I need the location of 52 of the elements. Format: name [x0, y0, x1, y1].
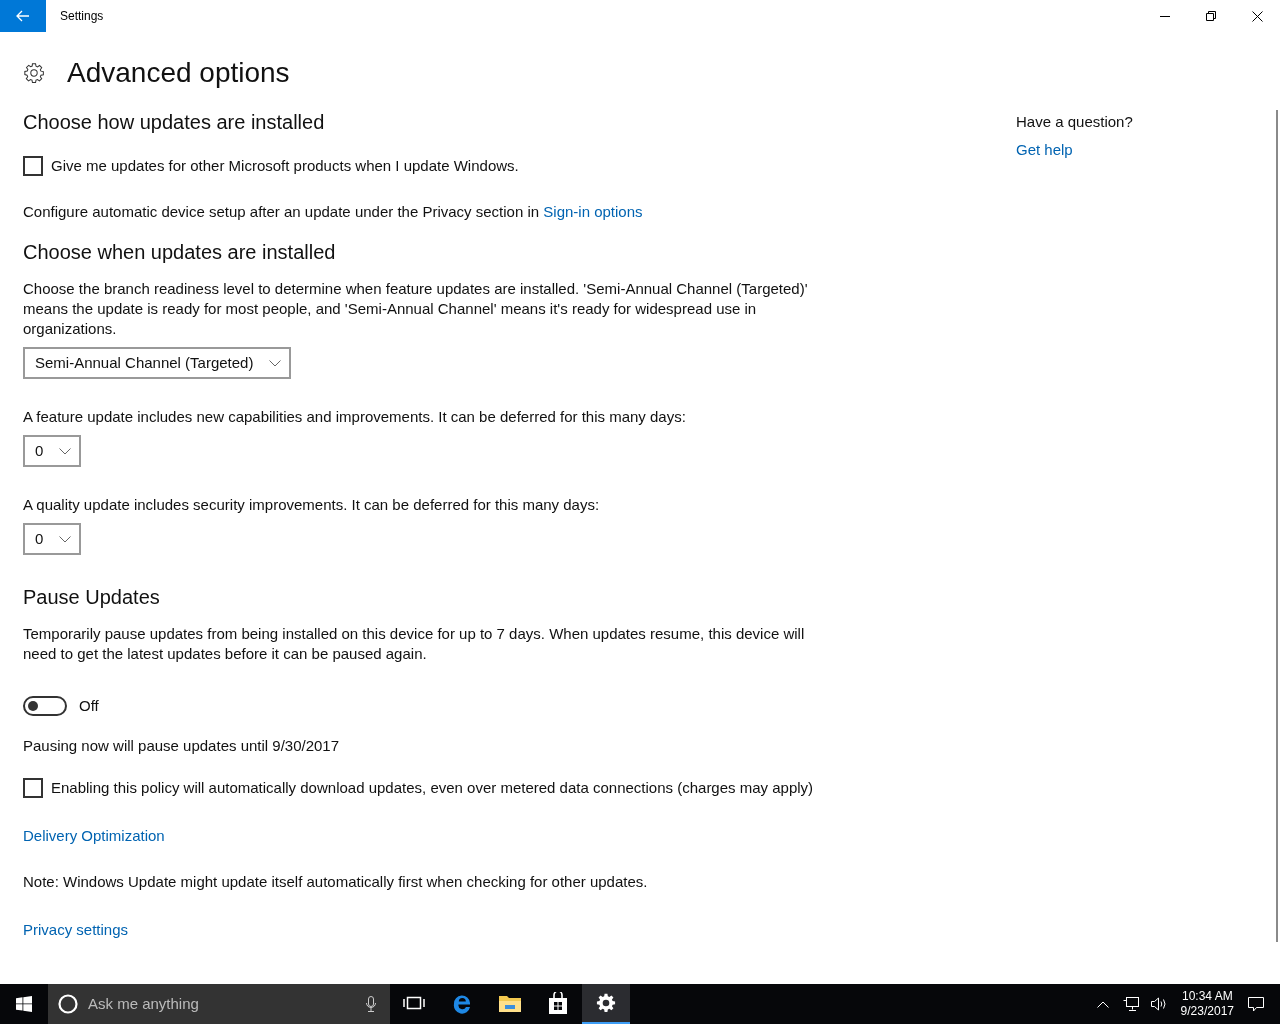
folder-icon: [499, 994, 521, 1012]
help-question: Have a question?: [1016, 112, 1133, 132]
settings-link[interactable]: Privacy settings: [23, 920, 129, 940]
scrollbar[interactable]: [1276, 110, 1278, 942]
dropdown[interactable]: Semi-Annual Channel (Targeted): [23, 347, 292, 379]
get-help-link[interactable]: Get help: [1016, 140, 1073, 160]
settings-link[interactable]: Delivery Optimization: [23, 826, 165, 846]
search-box[interactable]: Ask me anything: [48, 984, 390, 1024]
shopping-bag-icon: [548, 992, 568, 1014]
close-icon: [1251, 10, 1263, 22]
volume-icon[interactable]: [1150, 997, 1167, 1011]
description-text: Configure automatic device setup after an update under the Privacy section in Sign-in options: [23, 202, 644, 222]
settings-icon: [596, 993, 616, 1013]
description-text: Note: Windows Update might update itself automatically first when checking for other updates.: [23, 872, 649, 892]
checkbox-label: Enabling this policy will automatically download updates, even over metered data connections (charges may apply): [51, 778, 814, 798]
minimize-icon: [1160, 15, 1170, 17]
back-button[interactable]: [0, 0, 46, 32]
cortana-circle-icon: [58, 994, 78, 1014]
description-text: A quality update includes security improvements. It can be deferred for this many days:: [23, 495, 601, 515]
chevron-down-icon: [269, 359, 282, 367]
settings-icon: [23, 62, 45, 84]
toggle-switch[interactable]: [23, 696, 67, 716]
dropdown[interactable]: 0: [23, 435, 82, 467]
restore-icon: [1206, 11, 1216, 21]
sign-in-options-link[interactable]: Sign-in options: [543, 203, 643, 220]
back-arrow-icon: [16, 10, 30, 22]
action-center-icon[interactable]: [1248, 996, 1264, 1012]
section-heading: Choose when updates are installed: [23, 240, 336, 265]
section-heading: Pause Updates: [23, 585, 160, 610]
page-title: Advanced options: [67, 56, 290, 90]
checkbox[interactable]: [23, 156, 43, 176]
clock-date: 9/23/2017: [1180, 1004, 1234, 1019]
checkbox-label: Give me updates for other Microsoft products when I update Windows.: [51, 156, 519, 176]
description-text: Choose the branch readiness level to determine when feature updates are installed. 'Semi-Annual Channel (Targeted)' means the update is ready for most people, and 'Semi-Annual Channel' means it's ready for widespread use in organizations.: [23, 279, 809, 339]
chevron-down-icon: [59, 535, 72, 543]
checkbox[interactable]: [23, 778, 43, 798]
chevron-down-icon: [59, 447, 72, 455]
clock-time: 10:34 AM: [1181, 989, 1233, 1004]
description-text: Pausing now will pause updates until 9/30/2017: [23, 736, 341, 756]
section-heading: Choose how updates are installed: [23, 110, 325, 135]
microphone-icon[interactable]: [366, 996, 376, 1012]
windows-logo-icon: [16, 996, 32, 1012]
toggle-state-label: Off: [79, 696, 99, 716]
description-text: A feature update includes new capabilities and improvements. It can be deferred for this many days:: [23, 407, 687, 427]
description-text: Temporarily pause updates from being installed on this device for up to 7 days. When updates resume, this device will need to get the latest updates before it can be paused again.: [23, 624, 806, 664]
network-icon[interactable]: [1122, 997, 1139, 1011]
window-title: Settings: [60, 8, 104, 25]
taskbar-app-button[interactable]: [582, 984, 630, 1024]
chevron-up-icon[interactable]: [1096, 1000, 1109, 1008]
search-placeholder: Ask me anything: [88, 993, 199, 1014]
task-view-icon: [403, 996, 425, 1010]
dropdown[interactable]: 0: [23, 523, 82, 555]
